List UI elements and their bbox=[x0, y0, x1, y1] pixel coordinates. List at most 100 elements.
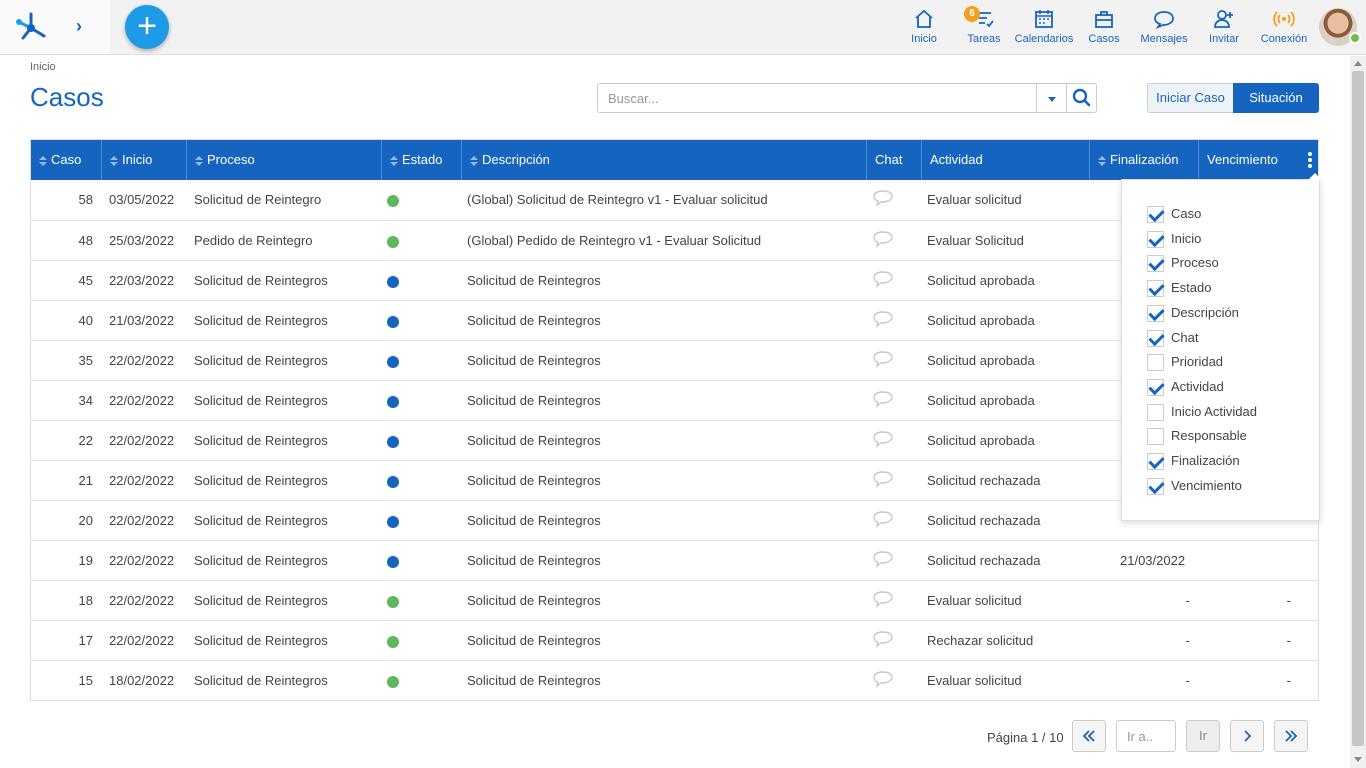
checkbox[interactable] bbox=[1147, 354, 1164, 372]
cell-actividad: Solicitud rechazada bbox=[927, 553, 1041, 568]
cell-inicio: 22/02/2022 bbox=[109, 473, 175, 488]
column-header-actividad[interactable]: Actividad bbox=[921, 140, 1089, 180]
checkbox[interactable] bbox=[1147, 206, 1164, 223]
cell-actividad: Solicitud aprobada bbox=[927, 433, 1035, 448]
checkbox[interactable] bbox=[1147, 255, 1164, 273]
table-row[interactable]: 17 22/02/2022 Solicitud de Reintegros Solic… bbox=[31, 620, 1318, 660]
chat-icon[interactable] bbox=[872, 470, 894, 488]
column-header-estado[interactable]: Estado bbox=[381, 140, 461, 180]
column-option-label: Vencimiento bbox=[1171, 477, 1242, 493]
column-header-inicio[interactable]: Inicio bbox=[101, 140, 186, 180]
chat-icon[interactable] bbox=[872, 350, 894, 368]
scroll-down-arrow-icon[interactable] bbox=[1354, 757, 1362, 762]
cell-descripcion: Solicitud de Reintegros bbox=[467, 473, 601, 488]
column-header-vencimiento[interactable]: Vencimiento bbox=[1198, 140, 1298, 180]
go-button[interactable]: Ir bbox=[1186, 720, 1220, 752]
chat-icon[interactable] bbox=[872, 390, 894, 408]
column-header-proceso[interactable]: Proceso bbox=[186, 140, 381, 180]
nav-invitar[interactable]: Invitar bbox=[1204, 8, 1244, 48]
column-options-kebab-icon[interactable] bbox=[1302, 150, 1318, 172]
cell-caso: 21 bbox=[78, 473, 93, 488]
cell-inicio: 22/02/2022 bbox=[109, 513, 175, 528]
chat-icon[interactable] bbox=[872, 510, 894, 528]
status-dot-icon bbox=[387, 316, 399, 328]
checkbox[interactable] bbox=[1147, 477, 1164, 495]
cell-actividad: Evaluar solicitud bbox=[927, 192, 1022, 207]
cell-vencimiento: - bbox=[1286, 673, 1291, 688]
column-header-caso[interactable]: Caso bbox=[31, 140, 101, 180]
status-dot-icon bbox=[387, 195, 399, 207]
checkbox[interactable] bbox=[1147, 428, 1164, 446]
sort-icon bbox=[110, 155, 118, 166]
chat-icon[interactable] bbox=[872, 270, 894, 288]
expand-chevron-icon[interactable]: › bbox=[76, 16, 82, 37]
cell-proceso: Solicitud de Reintegros bbox=[194, 313, 328, 328]
checkbox[interactable] bbox=[1147, 304, 1164, 322]
search-input[interactable] bbox=[597, 83, 1037, 113]
checkbox[interactable] bbox=[1147, 453, 1164, 470]
status-dot-icon bbox=[387, 676, 399, 688]
cell-proceso: Solicitud de Reintegros bbox=[194, 393, 328, 408]
situacion-button[interactable]: Situación bbox=[1233, 83, 1319, 113]
last-page-button[interactable] bbox=[1274, 720, 1308, 752]
cell-inicio: 22/03/2022 bbox=[109, 273, 175, 288]
first-page-button[interactable] bbox=[1072, 720, 1106, 752]
chat-icon[interactable] bbox=[872, 189, 894, 207]
nav-mensajes[interactable]: Mensajes bbox=[1138, 8, 1190, 48]
search-icon bbox=[1072, 88, 1091, 107]
sort-icon bbox=[195, 155, 203, 166]
nav-calendarios[interactable]: Calendarios bbox=[1014, 8, 1074, 48]
scrollbar-thumb[interactable] bbox=[1352, 71, 1364, 746]
search-dropdown-button[interactable] bbox=[1036, 83, 1067, 113]
chat-icon[interactable] bbox=[872, 430, 894, 448]
table-row[interactable]: 19 22/02/2022 Solicitud de Reintegros Solic… bbox=[31, 540, 1318, 580]
column-header-chat[interactable]: Chat bbox=[866, 140, 921, 180]
cell-finalizacion: - bbox=[1185, 633, 1190, 648]
scroll-up-arrow-icon[interactable] bbox=[1354, 61, 1362, 66]
cell-proceso: Solicitud de Reintegros bbox=[194, 353, 328, 368]
search-button[interactable] bbox=[1066, 83, 1097, 113]
cell-caso: 45 bbox=[78, 273, 93, 288]
chat-icon[interactable] bbox=[872, 630, 894, 648]
cell-finalizacion: - bbox=[1185, 593, 1190, 608]
checkbox[interactable] bbox=[1147, 403, 1164, 421]
nav-label: Inicio bbox=[911, 33, 937, 45]
nav-inicio[interactable]: Inicio bbox=[904, 8, 944, 48]
checkbox[interactable] bbox=[1147, 230, 1164, 248]
logo-icon[interactable] bbox=[14, 10, 48, 42]
table-row[interactable]: 18 22/02/2022 Solicitud de Reintegros Solic… bbox=[31, 580, 1318, 620]
checkbox[interactable] bbox=[1147, 378, 1164, 396]
add-button[interactable]: + bbox=[125, 5, 169, 49]
column-option-label: Caso bbox=[1171, 206, 1202, 221]
checkbox[interactable] bbox=[1147, 329, 1164, 347]
column-header-finalizacion[interactable]: Finalización bbox=[1089, 140, 1198, 180]
nav-casos[interactable]: Casos bbox=[1084, 8, 1124, 48]
cell-descripcion: (Global) Solicitud de Reintegro v1 - Eva… bbox=[467, 192, 768, 207]
goto-page-input[interactable] bbox=[1116, 720, 1176, 752]
cell-actividad: Solicitud aprobada bbox=[927, 393, 1035, 408]
cell-descripcion: Solicitud de Reintegros bbox=[467, 353, 601, 368]
cell-inicio: 22/02/2022 bbox=[109, 393, 175, 408]
nav-conexion[interactable]: Conexión bbox=[1260, 8, 1308, 48]
nav-tareas[interactable]: 6 Tareas bbox=[964, 6, 1004, 48]
breadcrumb[interactable]: Inicio bbox=[30, 61, 56, 73]
column-header-descripcion[interactable]: Descripción bbox=[461, 140, 866, 180]
iniciar-caso-button[interactable]: Iniciar Caso bbox=[1147, 83, 1234, 113]
add-user-icon bbox=[1214, 10, 1233, 28]
checkbox[interactable] bbox=[1147, 280, 1164, 298]
chat-icon[interactable] bbox=[872, 670, 894, 688]
table-row[interactable]: 15 18/02/2022 Solicitud de Reintegros Solic… bbox=[31, 660, 1318, 700]
cell-inicio: 18/02/2022 bbox=[109, 673, 175, 688]
cell-descripcion: Solicitud de Reintegros bbox=[467, 273, 601, 288]
chat-icon[interactable] bbox=[872, 230, 894, 248]
home-icon bbox=[915, 9, 933, 28]
chat-icon[interactable] bbox=[872, 550, 894, 568]
chat-icon[interactable] bbox=[872, 310, 894, 328]
next-page-button[interactable] bbox=[1230, 720, 1264, 752]
column-option-label: Prioridad bbox=[1171, 354, 1224, 370]
cell-descripcion: Solicitud de Reintegros bbox=[467, 633, 601, 648]
status-dot-icon bbox=[387, 476, 399, 488]
sort-icon bbox=[390, 155, 398, 166]
nav-label: Casos bbox=[1088, 33, 1120, 45]
chat-icon[interactable] bbox=[872, 590, 894, 608]
